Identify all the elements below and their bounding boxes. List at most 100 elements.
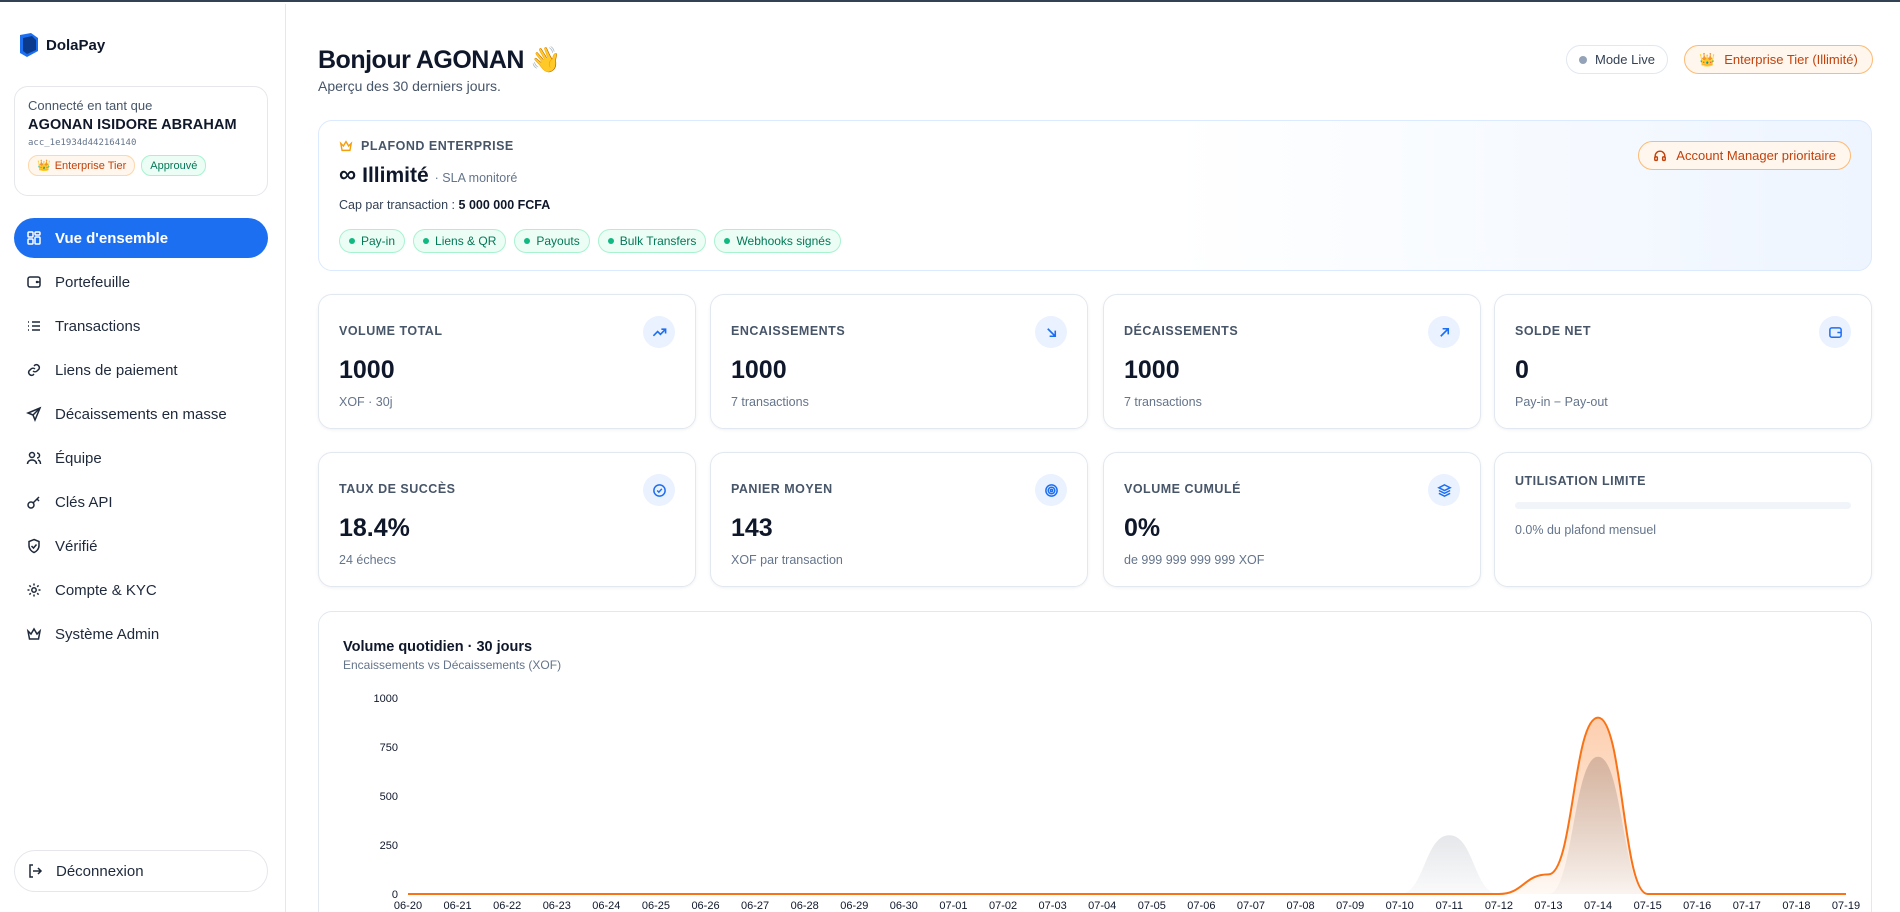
dot-icon bbox=[607, 238, 614, 244]
y-tick-label: 500 bbox=[380, 791, 398, 803]
stat-label: UTILISATION LIMITE bbox=[1515, 474, 1646, 488]
stat-sub: Pay-in − Pay-out bbox=[1515, 395, 1608, 409]
series-encaissements-area bbox=[408, 717, 1846, 894]
sidebar-item-label: Compte & KYC bbox=[55, 581, 157, 599]
status-badge: Approuvé bbox=[141, 155, 207, 176]
x-tick-label: 07-18 bbox=[1782, 900, 1810, 912]
sidebar-item-transactions[interactable]: Transactions bbox=[14, 306, 268, 346]
stat-card-cumulative-volume: VOLUME CUMULÉ 0% de 999 999 999 999 XOF bbox=[1103, 452, 1481, 587]
sidebar-item-label: Décaissements en masse bbox=[55, 405, 227, 423]
x-tick-label: 06-27 bbox=[741, 900, 769, 912]
plafond-title: Illimité bbox=[362, 164, 429, 187]
tier-badge: 👑 Enterprise Tier bbox=[28, 155, 136, 176]
stat-sub: 7 transactions bbox=[1124, 395, 1202, 409]
tier-pill-label: Enterprise Tier (Illimité) bbox=[1724, 52, 1858, 67]
x-tick-label: 06-22 bbox=[493, 900, 521, 912]
dot-icon bbox=[724, 238, 731, 244]
feature-tag-label: Payouts bbox=[536, 234, 580, 248]
sidebar-item-payment-links[interactable]: Liens de paiement bbox=[14, 350, 268, 390]
stat-label: SOLDE NET bbox=[1515, 324, 1592, 338]
gear-icon bbox=[26, 582, 42, 598]
sidebar-item-label: Portefeuille bbox=[55, 273, 131, 291]
plafond-heading: PLAFOND ENTERPRISE bbox=[339, 139, 1851, 153]
target-icon bbox=[1035, 474, 1067, 506]
plafond-cap: Cap par transaction : 5 000 000 FCFA bbox=[339, 198, 1851, 212]
account-caption: Connecté en tant que bbox=[28, 98, 153, 113]
daily-volume-chart: Volume quotidien · 30 jours Encaissement… bbox=[318, 611, 1872, 912]
link-icon bbox=[26, 362, 42, 378]
sidebar-item-label: Équipe bbox=[55, 449, 102, 467]
x-tick-label: 07-14 bbox=[1584, 900, 1612, 912]
feature-tag-label: Webhooks signés bbox=[736, 234, 831, 248]
stat-value: 18.4% bbox=[339, 514, 410, 542]
logout-label: Déconnexion bbox=[56, 862, 144, 880]
x-tick-label: 07-08 bbox=[1286, 900, 1314, 912]
feature-tag: Bulk Transfers bbox=[597, 229, 707, 253]
x-tick-label: 07-19 bbox=[1832, 900, 1860, 912]
feature-tag-label: Bulk Transfers bbox=[619, 234, 697, 248]
stat-card-limit-usage: UTILISATION LIMITE 0.0% du plafond mensu… bbox=[1494, 452, 1872, 587]
account-manager-button[interactable]: Account Manager prioritaire bbox=[1638, 141, 1851, 170]
x-tick-label: 06-21 bbox=[444, 900, 472, 912]
logo[interactable]: DolaPay bbox=[16, 32, 105, 58]
stat-card-success-rate: TAUX DE SUCCÈS 18.4% 24 échecs bbox=[318, 452, 696, 587]
x-tick-label: 07-13 bbox=[1534, 900, 1562, 912]
chart-canvas: 0250500750100006-20 06-21 06-22 06-23 06-24 0… bbox=[374, 693, 1861, 912]
logout-button[interactable]: Déconnexion bbox=[14, 850, 268, 892]
x-tick-label: 07-11 bbox=[1436, 900, 1463, 912]
stat-card-average-basket: PANIER MOYEN 143 XOF par transaction bbox=[710, 452, 1088, 587]
stat-card-decaissements: DÉCAISSEMENTS 1000 7 transactions bbox=[1103, 294, 1481, 429]
feature-tag: Liens & QR bbox=[413, 229, 507, 253]
trending-up-icon bbox=[643, 316, 675, 348]
sidebar-item-account-kyc[interactable]: Compte & KYC bbox=[14, 570, 268, 610]
x-tick-label: 07-10 bbox=[1386, 900, 1414, 912]
x-tick-label: 07-12 bbox=[1485, 900, 1513, 912]
sidebar-nav: Vue d'ensemble Portefeuille Transactions… bbox=[14, 218, 268, 658]
crown-icon: 👑 bbox=[37, 160, 51, 172]
y-tick-label: 250 bbox=[380, 840, 398, 852]
logout-icon bbox=[27, 863, 43, 879]
account-manager-label: Account Manager prioritaire bbox=[1676, 148, 1836, 163]
stat-value: 1000 bbox=[339, 356, 395, 384]
plafond-card: PLAFOND ENTERPRISE ∞ Illimité · SLA moni… bbox=[318, 120, 1872, 271]
x-tick-label: 07-03 bbox=[1039, 900, 1067, 912]
stat-label: TAUX DE SUCCÈS bbox=[339, 482, 456, 496]
sidebar-item-overview[interactable]: Vue d'ensemble bbox=[14, 218, 268, 258]
mode-live-label: Mode Live bbox=[1595, 52, 1655, 67]
main-content: Bonjour AGONAN 👋 Aperçu des 30 derniers … bbox=[286, 4, 1900, 912]
stat-value: 143 bbox=[731, 514, 773, 542]
tier-pill[interactable]: 👑 Enterprise Tier (Illimité) bbox=[1684, 45, 1873, 74]
limit-progress-bar bbox=[1515, 502, 1851, 509]
dot-icon bbox=[423, 238, 430, 244]
feature-tags: Pay-in Liens & QR Payouts Bulk Transfers… bbox=[339, 229, 1851, 253]
feature-tag: Pay-in bbox=[339, 229, 406, 253]
plafond-sla: · SLA monitoré bbox=[434, 171, 518, 185]
dot-icon bbox=[349, 238, 355, 244]
feature-tag: Webhooks signés bbox=[714, 229, 841, 253]
x-tick-label: 07-06 bbox=[1187, 900, 1215, 912]
sidebar-item-label: Système Admin bbox=[55, 625, 160, 643]
sidebar-item-verified[interactable]: Vérifié bbox=[14, 526, 268, 566]
grid-icon bbox=[26, 230, 42, 246]
status-dot-icon bbox=[1579, 55, 1587, 64]
sidebar-item-system-admin[interactable]: Système Admin bbox=[14, 614, 268, 654]
sidebar-item-wallet[interactable]: Portefeuille bbox=[14, 262, 268, 302]
dot-icon bbox=[524, 238, 531, 244]
x-tick-label: 06-20 bbox=[394, 900, 422, 912]
headset-icon bbox=[1654, 150, 1667, 161]
check-circle-icon bbox=[643, 474, 675, 506]
stat-label: DÉCAISSEMENTS bbox=[1124, 324, 1239, 338]
sidebar-item-api-keys[interactable]: Clés API bbox=[14, 482, 268, 522]
x-tick-label: 07-17 bbox=[1733, 900, 1761, 912]
plafond-heading-text: PLAFOND ENTERPRISE bbox=[361, 139, 514, 153]
sidebar-item-team[interactable]: Équipe bbox=[14, 438, 268, 478]
layers-icon bbox=[1428, 474, 1460, 506]
stat-label: VOLUME TOTAL bbox=[339, 324, 443, 338]
page-title: Bonjour AGONAN 👋 bbox=[318, 46, 561, 75]
sidebar-item-bulk-payouts[interactable]: Décaissements en masse bbox=[14, 394, 268, 434]
x-tick-label: 07-15 bbox=[1634, 900, 1662, 912]
x-tick-label: 06-23 bbox=[543, 900, 571, 912]
stat-card-volume-total: VOLUME TOTAL 1000 XOF · 30j bbox=[318, 294, 696, 429]
shield-icon bbox=[26, 538, 42, 554]
mode-live-toggle[interactable]: Mode Live bbox=[1566, 45, 1668, 74]
